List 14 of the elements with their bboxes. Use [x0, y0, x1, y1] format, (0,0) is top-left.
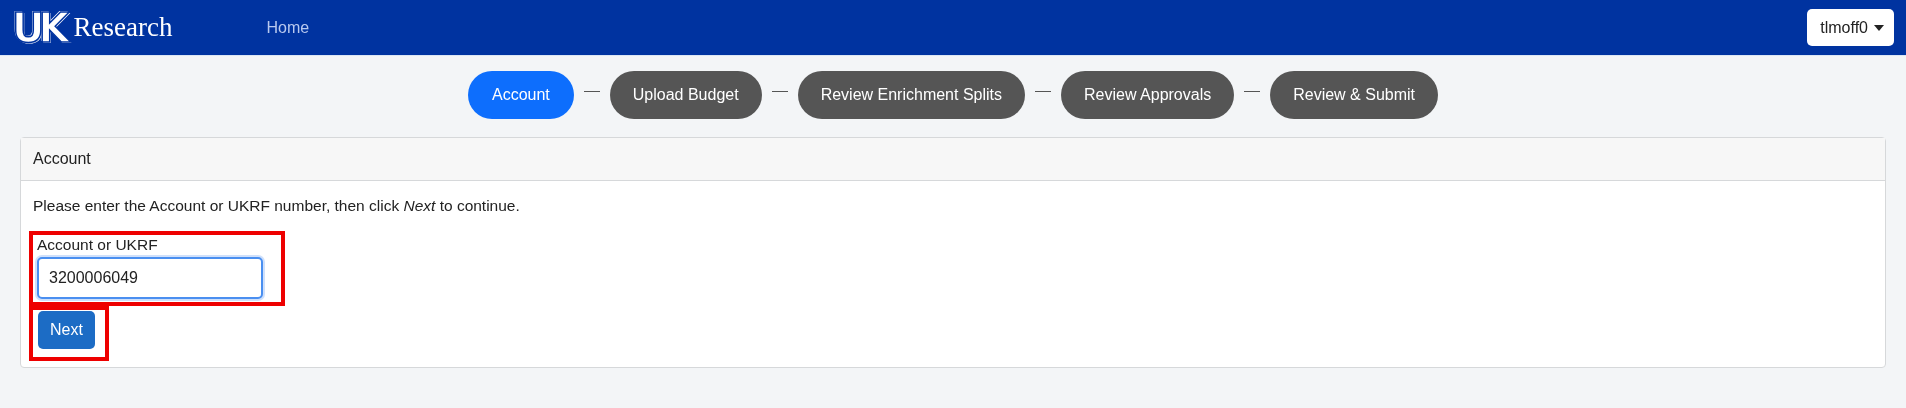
nav-link[interactable]: Home — [266, 18, 310, 37]
account-input-field[interactable]: 3200006049 — [37, 257, 263, 299]
brand-name: Research — [73, 12, 173, 43]
field-label: Account or UKRF — [37, 236, 159, 254]
step-button[interactable]: Review Enrichment Splits — [797, 71, 1026, 119]
step-button[interactable]: Upload Budget — [609, 71, 762, 119]
card-header: Account — [21, 138, 1885, 181]
step-button[interactable]: Review Approvals — [1061, 71, 1235, 119]
caret-icon — [1874, 24, 1884, 31]
user-menu-button[interactable]: tlmoff0 — [1807, 9, 1894, 46]
next-button[interactable]: Next — [38, 311, 95, 349]
step-button[interactable]: Account — [467, 71, 574, 119]
step-button[interactable]: Review & Submit — [1270, 71, 1439, 119]
instructions-text: Please enter the Account or UKRF number, then click Next to continue. — [33, 197, 521, 215]
